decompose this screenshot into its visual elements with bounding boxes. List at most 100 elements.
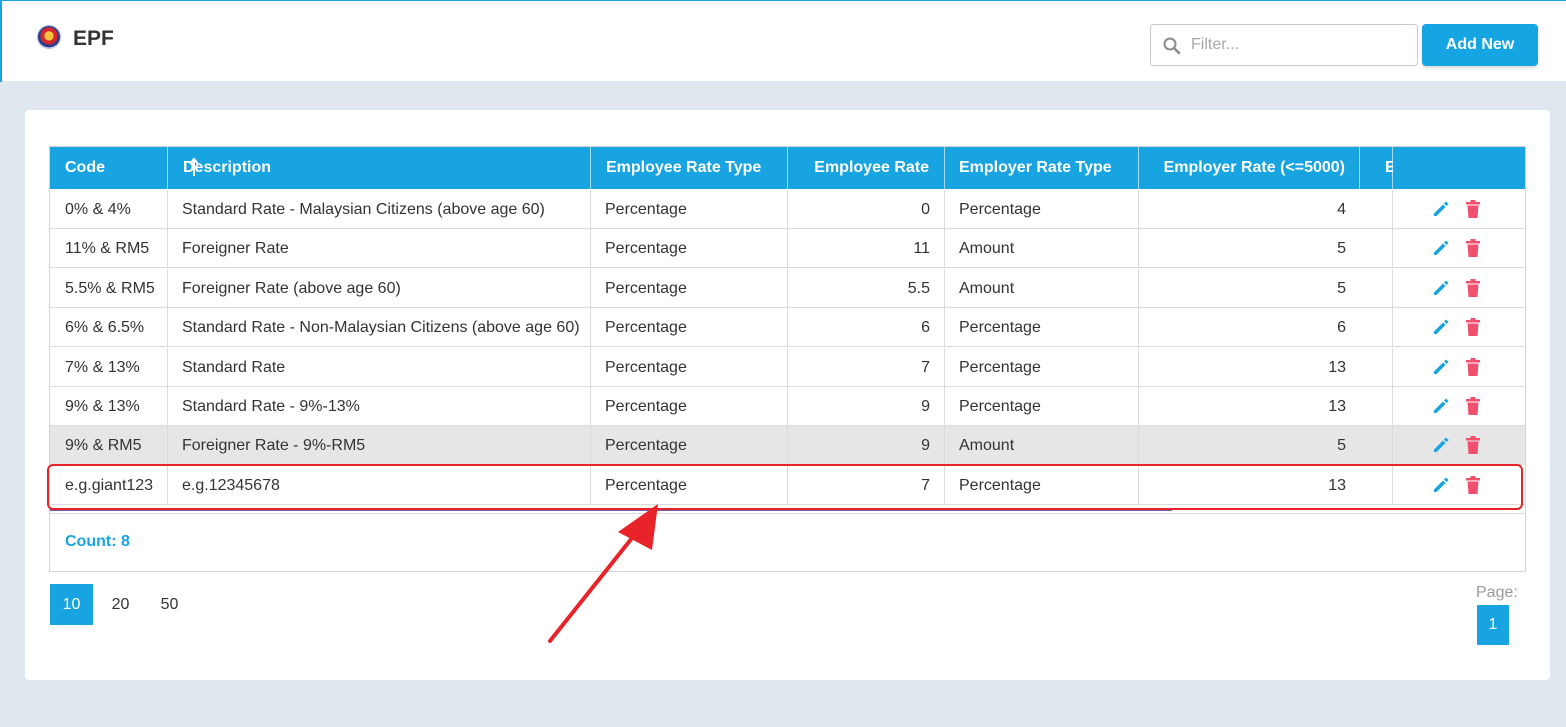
page-title: EPF — [73, 27, 114, 50]
column-header-code[interactable]: Code — [65, 147, 165, 189]
search-icon — [1163, 37, 1181, 55]
table-row[interactable]: 11% & RM5 Foreigner Rate Percentage 11 Amoun… — [50, 229, 1525, 268]
column-divider — [590, 348, 591, 387]
cell-employee-rate: 11 — [913, 240, 930, 257]
page-size-20[interactable]: 20 — [99, 584, 142, 625]
cell-code: 0% & 4% — [65, 201, 131, 218]
column-divider — [787, 308, 788, 347]
column-divider — [944, 269, 945, 308]
column-divider — [787, 190, 788, 229]
column-divider — [787, 387, 788, 426]
edit-pencil-icon[interactable] — [1432, 279, 1450, 297]
left-edge-strip — [0, 1, 2, 82]
edit-pencil-icon[interactable] — [1432, 436, 1450, 454]
delete-trash-icon[interactable] — [1465, 396, 1481, 416]
header-divider — [167, 147, 168, 189]
delete-trash-icon[interactable] — [1465, 357, 1481, 377]
filter-input[interactable] — [1191, 25, 1411, 65]
table-row[interactable]: 5.5% & RM5 Foreigner Rate (above age 60) P… — [50, 269, 1525, 308]
cell-employer-rate-type: Amount — [959, 280, 1015, 297]
column-header-description[interactable]: Description — [183, 147, 583, 189]
record-count: Count: 8 — [65, 533, 130, 550]
cell-employer-rate-type: Percentage — [959, 319, 1041, 336]
cell-code: 9% & 13% — [65, 398, 140, 415]
column-divider — [944, 308, 945, 347]
column-divider — [1138, 308, 1139, 347]
edit-pencil-icon[interactable] — [1432, 239, 1450, 257]
edit-pencil-icon[interactable] — [1432, 358, 1450, 376]
column-divider — [167, 308, 168, 347]
header-divider — [787, 147, 788, 189]
cell-employer-rate: 4 — [1337, 201, 1346, 218]
column-divider — [167, 348, 168, 387]
column-divider — [1138, 190, 1139, 229]
column-divider — [944, 348, 945, 387]
cell-employer-rate: 5 — [1337, 280, 1346, 297]
column-divider — [1392, 426, 1393, 465]
cell-employer-rate-type: Percentage — [959, 359, 1041, 376]
column-divider — [590, 308, 591, 347]
cell-employer-rate: 5 — [1337, 437, 1346, 454]
cell-description: Standard Rate - Malaysian Citizens (abov… — [182, 201, 545, 218]
add-new-button[interactable]: Add New — [1422, 24, 1538, 66]
column-divider — [1392, 190, 1393, 229]
column-divider — [167, 269, 168, 308]
page-size-50[interactable]: 50 — [148, 584, 191, 625]
column-divider — [944, 190, 945, 229]
annotation-arrow-icon — [548, 504, 658, 643]
cell-employee-rate: 5.5 — [907, 280, 930, 297]
column-header-employee-rate-type[interactable]: Employee Rate Type — [606, 147, 791, 189]
column-divider — [787, 229, 788, 268]
cell-employer-rate-type: Percentage — [959, 398, 1041, 415]
table-row[interactable]: 0% & 4% Standard Rate - Malaysian Citizen… — [50, 190, 1525, 229]
column-divider — [167, 426, 168, 465]
column-divider — [590, 387, 591, 426]
cell-employer-rate: 13 — [1328, 398, 1346, 415]
header-divider — [1138, 147, 1139, 189]
column-divider — [1392, 387, 1393, 426]
column-divider — [1138, 269, 1139, 308]
column-header-employer-rate-type[interactable]: Employer Rate Type — [959, 147, 1134, 189]
cell-description: Foreigner Rate - 9%-RM5 — [182, 437, 366, 454]
cell-description: Standard Rate - 9%-13% — [182, 398, 360, 415]
delete-trash-icon[interactable] — [1465, 199, 1481, 219]
cell-employee-rate-type: Percentage — [605, 359, 687, 376]
column-header-employer-rate[interactable]: Employer Rate (<=5000) — [1145, 147, 1345, 189]
table-row[interactable]: 9% & RM5 Foreigner Rate - 9%-RM5 Percentag… — [50, 426, 1525, 465]
filter-box[interactable] — [1150, 24, 1418, 66]
delete-trash-icon[interactable] — [1465, 278, 1481, 298]
column-divider — [167, 387, 168, 426]
cell-employee-rate: 9 — [921, 437, 930, 454]
table-row[interactable]: 9% & 13% Standard Rate - 9%-13% Percentage… — [50, 387, 1525, 426]
cell-description: Standard Rate — [182, 359, 286, 376]
cell-code: 5.5% & RM5 — [65, 280, 155, 297]
column-divider — [944, 387, 945, 426]
table-row[interactable]: 7% & 13% Standard Rate Percentage 7 Percenta… — [50, 348, 1525, 387]
table-header: Code Description Employee Rate Type Empl… — [50, 147, 1525, 189]
cell-employer-rate-type: Percentage — [959, 201, 1041, 218]
page-number-button[interactable]: 1 — [1477, 605, 1509, 645]
edit-pencil-icon[interactable] — [1432, 200, 1450, 218]
header-divider — [1392, 147, 1393, 189]
cell-employee-rate: 7 — [921, 359, 930, 376]
column-divider — [787, 426, 788, 465]
column-divider — [1138, 387, 1139, 426]
delete-trash-icon[interactable] — [1465, 317, 1481, 337]
cell-employee-rate: 9 — [921, 398, 930, 415]
column-divider — [1392, 348, 1393, 387]
cell-employee-rate: 6 — [921, 319, 930, 336]
cell-employer-rate-type: Amount — [959, 240, 1015, 257]
delete-trash-icon[interactable] — [1465, 435, 1481, 455]
delete-trash-icon[interactable] — [1465, 238, 1481, 258]
epf-logo-icon — [37, 25, 61, 49]
cell-employee-rate-type: Percentage — [605, 437, 687, 454]
page-label: Page: — [1476, 584, 1518, 601]
edit-pencil-icon[interactable] — [1432, 397, 1450, 415]
column-divider — [590, 426, 591, 465]
page-size-10[interactable]: 10 — [50, 584, 93, 625]
edit-pencil-icon[interactable] — [1432, 318, 1450, 336]
column-header-employee-rate[interactable]: Employee Rate — [790, 147, 929, 189]
table-row[interactable]: 6% & 6.5% Standard Rate - Non-Malaysian C… — [50, 308, 1525, 347]
column-divider — [590, 190, 591, 229]
column-divider — [1138, 426, 1139, 465]
